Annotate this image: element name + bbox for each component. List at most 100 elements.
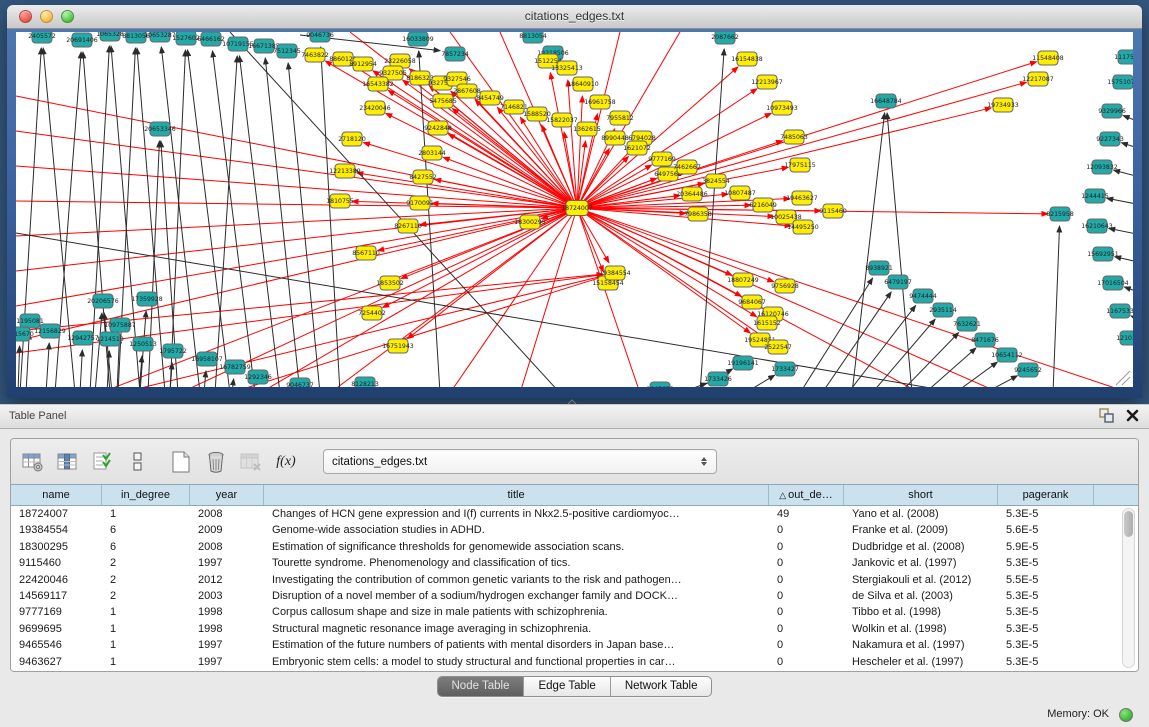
table-cell: 6 [102,522,190,538]
graph-node-label: 8471676 [971,337,999,344]
graph-node-label: 7857234 [441,51,469,58]
column-header-out-de-[interactable]: △out_de… [769,485,844,505]
graph-node-label: 10973493 [766,105,798,112]
table-cell: 2 [102,555,190,571]
graph-node-label: 20206576 [87,298,119,305]
table-cell: 18300295 [11,539,102,555]
table-type-tabs: Node TableEdge TableNetwork Table [437,676,713,697]
table-cell: 14569117 [11,588,102,604]
float-panel-icon[interactable] [1099,408,1114,423]
scrollbar-thumb[interactable] [1124,511,1133,537]
table-toolbar: f(x) citations_edges.txt [11,439,1138,484]
table-cell: Jankovic et al. (1997) [844,555,998,571]
tab-node-table[interactable]: Node Table [438,677,525,696]
table-cell: 0 [769,572,844,588]
delete-table-icon[interactable] [239,449,263,475]
column-header-short[interactable]: short [844,485,998,505]
graph-node-label: 1615152 [753,320,781,327]
show-columns-icon[interactable] [56,449,80,475]
window-titlebar[interactable]: citations_edges.txt [7,5,1142,29]
zoom-window-button[interactable] [61,10,74,23]
graph-node-label: 9474444 [909,293,937,300]
column-header-name[interactable]: name [11,485,102,505]
traffic-lights [19,10,74,23]
table-cell: 6 [102,539,190,555]
table-scrollbar[interactable] [1122,508,1135,668]
table-cell: 22420046 [11,572,102,588]
graph-node-label: 8215958 [1046,211,1074,218]
graph-node-label: 23420046 [359,105,391,112]
network-canvas[interactable]: 2405572206914061065328881305610653287152… [16,32,1133,387]
splitter-handle-icon[interactable] [567,399,577,405]
memory-status-icon[interactable] [1119,708,1133,722]
table-cell: 5.3E-5 [998,654,1094,670]
graph-node-label: 18640910 [567,81,599,88]
table-panel-title: Table Panel [0,410,67,422]
graph-node-label: 1244415 [1081,193,1109,200]
sort-ascending-icon: △ [779,490,786,500]
table-select-dropdown[interactable]: citations_edges.txt [323,449,717,474]
graph-node-label: 1195081 [16,318,44,325]
graph-node-label: 2803144 [418,150,446,157]
canvas-resize-grip[interactable] [1116,371,1130,385]
graph-node-label: 18724007 [561,205,593,212]
window-title: citations_edges.txt [7,5,1142,28]
table-panel: Table Panel [0,404,1149,727]
delete-entry-icon[interactable] [204,449,228,475]
graph-node-label: 10653287 [144,32,176,39]
graph-node-label: 19384554 [599,270,631,277]
table-row[interactable]: 911546021997Tourette syndrome. Phenomeno… [11,555,1138,571]
close-window-button[interactable] [19,10,32,23]
graph-node-label: 10807487 [724,190,756,197]
graph-node-label: 2405572 [28,33,56,40]
minimize-window-button[interactable] [40,10,53,23]
table-cell: Nakamura et al. (1997) [844,637,998,653]
close-panel-icon[interactable] [1126,409,1139,422]
graph-node-label: 19463627 [786,195,818,202]
graph-node-label: 1065328 [96,32,124,38]
table-cell: 5.3E-5 [998,506,1094,522]
column-mapping-icon[interactable] [126,449,150,475]
new-table-icon[interactable] [169,449,193,475]
table-row[interactable]: 1456911722003Disruption of a novel membe… [11,588,1138,604]
graph-node-label: 1167533 [1106,308,1133,315]
graph-node-label: 7485063 [780,134,808,141]
graph-node-label: 15158454 [592,280,624,287]
table-settings-icon[interactable] [21,449,45,475]
graph-node-label: 9242848 [424,125,452,132]
table-row[interactable]: 946362711997Embryonic stem cells: a mode… [11,654,1138,670]
graph-node-label: 1210354 [1116,335,1133,342]
column-header-title[interactable]: title [264,485,769,505]
table-cell: 2 [102,588,190,604]
function-builder-icon[interactable]: f(x) [274,449,298,475]
tab-network-table[interactable]: Network Table [611,677,712,696]
table-row[interactable]: 946554611997Estimation of the future num… [11,637,1138,653]
table-row[interactable]: 969969511998Structural magnetic resonanc… [11,621,1138,637]
table-row[interactable]: 1938455462009Genome-wide association stu… [11,522,1138,538]
table-row[interactable]: 1872400712008Changes of HCN gene express… [11,506,1138,522]
column-header-pagerank[interactable]: pagerank [998,485,1094,505]
graph-node-label: 7254402 [358,310,386,317]
column-header-in-degree[interactable]: in_degree [102,485,190,505]
table-cell: Genome-wide association studies in ADHD. [264,522,769,538]
table-cell: 2012 [190,572,264,588]
table-cell: 2 [102,572,190,588]
table-row[interactable]: 2242004622012Investigating the contribut… [11,572,1138,588]
graph-node-label: 2867608 [453,88,481,95]
table-header-row: namein_degreeyeartitle△out_de…shortpager… [11,484,1138,506]
import-table-icon[interactable] [91,449,115,475]
tab-edge-table[interactable]: Edge Table [524,677,610,696]
table-body: 1872400712008Changes of HCN gene express… [11,506,1138,671]
graph-node-label: 7146821 [500,104,528,111]
graph-node-label: 18300295 [514,219,546,226]
graph-node-label: 9327505 [379,70,407,77]
column-header-year[interactable]: year [190,485,264,505]
graph-node-label: 16154838 [731,56,763,63]
table-cell: 5.6E-5 [998,522,1094,538]
table-cell: 0 [769,522,844,538]
table-row[interactable]: 1830029562008Estimation of significance … [11,539,1138,555]
graph-node-label: 7512345 [273,48,301,55]
graph-node-label: 8938921 [865,265,893,272]
table-row[interactable]: 977716911998Corpus callosum shape and si… [11,604,1138,620]
graph-node-label: 15692951 [1087,251,1119,258]
